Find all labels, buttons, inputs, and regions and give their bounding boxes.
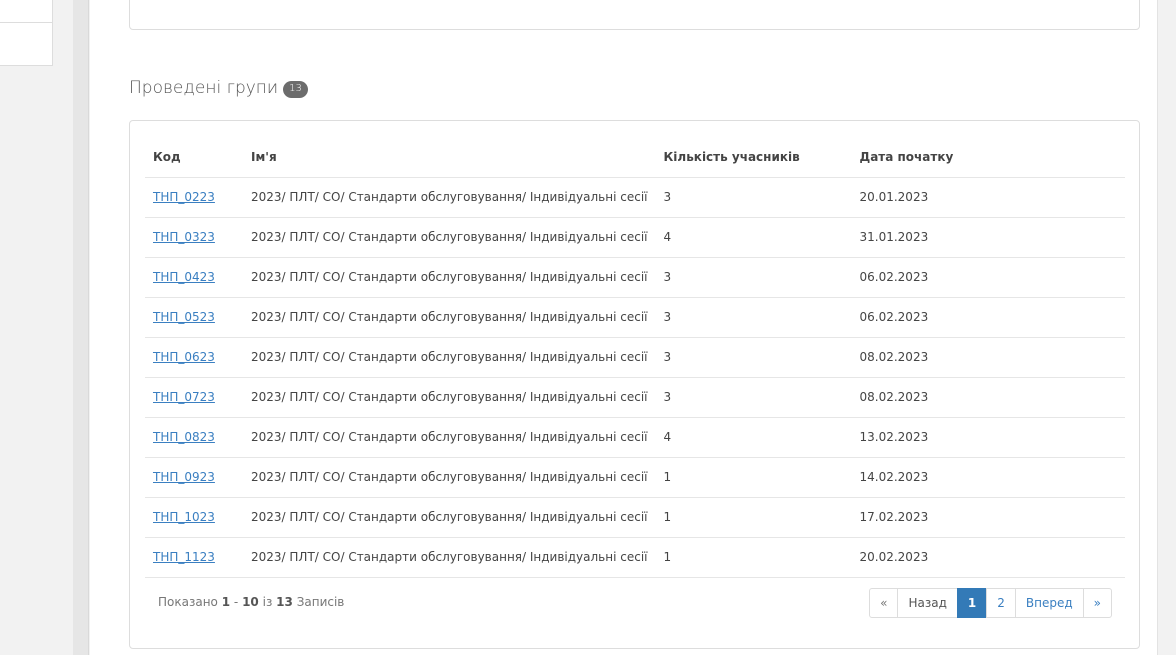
- first-page-button[interactable]: «: [869, 588, 899, 618]
- header-date[interactable]: Дата початку: [851, 137, 1125, 178]
- last-page-button[interactable]: »: [1082, 588, 1112, 618]
- cell-code: ТНП_0523: [145, 297, 243, 338]
- cell-date: 08.02.2023: [851, 377, 1125, 418]
- group-code-link[interactable]: ТНП_0323: [153, 230, 215, 244]
- cell-code: ТНП_1023: [145, 497, 243, 538]
- group-code-link[interactable]: ТНП_1123: [153, 550, 215, 564]
- info-from: 1: [221, 595, 231, 609]
- header-name[interactable]: Ім'я: [243, 137, 656, 178]
- section-title: Проведені групи: [129, 78, 279, 98]
- cell-date: 06.02.2023: [851, 257, 1125, 298]
- info-prefix: Показано: [158, 595, 218, 609]
- header-code[interactable]: Код: [145, 137, 243, 178]
- sidebar-gutter: [73, 0, 89, 655]
- cell-code: ТНП_1123: [145, 537, 243, 578]
- info-dash: -: [233, 595, 239, 609]
- cell-name: 2023/ ПЛТ/ СО/ Стандарти обслуговування/…: [243, 417, 656, 458]
- cell-count: 4: [655, 217, 852, 258]
- cell-date: 13.02.2023: [851, 417, 1125, 458]
- cell-name: 2023/ ПЛТ/ СО/ Стандарти обслуговування/…: [243, 217, 656, 258]
- groups-card: Код Ім'я Кількість учасників Дата початк…: [129, 120, 1140, 649]
- table-row: ТНП_0923 2023/ ПЛТ/ СО/ Стандарти обслуг…: [145, 457, 1125, 498]
- cell-code: ТНП_0623: [145, 337, 243, 378]
- info-of: із: [262, 595, 273, 609]
- page-1-button[interactable]: 1: [956, 588, 988, 618]
- cell-name: 2023/ ПЛТ/ СО/ Стандарти обслуговування/…: [243, 337, 656, 378]
- cell-name: 2023/ ПЛТ/ СО/ Стандарти обслуговування/…: [243, 537, 656, 578]
- header-count[interactable]: Кількість учасників: [655, 137, 852, 178]
- group-code-link[interactable]: ТНП_0623: [153, 350, 215, 364]
- cell-count: 1: [655, 537, 852, 578]
- cell-count: 3: [655, 257, 852, 298]
- table-row: ТНП_0223 2023/ ПЛТ/ СО/ Стандарти обслуг…: [145, 177, 1125, 218]
- main-content: Проведені групи 13 Код Ім'я Кількість уч…: [90, 0, 1158, 655]
- info-to: 10: [242, 595, 259, 609]
- cell-date: 31.01.2023: [851, 217, 1125, 258]
- table-row: ТНП_1023 2023/ ПЛТ/ СО/ Стандарти обслуг…: [145, 497, 1125, 538]
- table-row: ТНП_0323 2023/ ПЛТ/ СО/ Стандарти обслуг…: [145, 217, 1125, 258]
- cell-name: 2023/ ПЛТ/ СО/ Стандарти обслуговування/…: [243, 257, 656, 298]
- table-row: ТНП_0423 2023/ ПЛТ/ СО/ Стандарти обслуг…: [145, 257, 1125, 298]
- cell-name: 2023/ ПЛТ/ СО/ Стандарти обслуговування/…: [243, 457, 656, 498]
- left-panel-divider: [0, 22, 52, 23]
- table-row: ТНП_0623 2023/ ПЛТ/ СО/ Стандарти обслуг…: [145, 337, 1125, 378]
- cell-date: 17.02.2023: [851, 497, 1125, 538]
- group-code-link[interactable]: ТНП_1023: [153, 510, 215, 524]
- cell-code: ТНП_0423: [145, 257, 243, 298]
- cell-count: 4: [655, 417, 852, 458]
- cell-code: ТНП_0923: [145, 457, 243, 498]
- pagination: « Назад 1 2 Вперед »: [869, 588, 1112, 618]
- cell-count: 3: [655, 177, 852, 218]
- cell-count: 3: [655, 377, 852, 418]
- cell-date: 06.02.2023: [851, 297, 1125, 338]
- previous-card: [129, 0, 1140, 30]
- group-code-link[interactable]: ТНП_0523: [153, 310, 215, 324]
- section-header: Проведені групи 13: [129, 78, 308, 98]
- table-row: ТНП_1123 2023/ ПЛТ/ СО/ Стандарти обслуг…: [145, 537, 1125, 578]
- cell-name: 2023/ ПЛТ/ СО/ Стандарти обслуговування/…: [243, 297, 656, 338]
- cell-code: ТНП_0323: [145, 217, 243, 258]
- cell-name: 2023/ ПЛТ/ СО/ Стандарти обслуговування/…: [243, 377, 656, 418]
- next-page-button[interactable]: Вперед: [1014, 588, 1084, 618]
- count-badge: 13: [283, 80, 308, 98]
- cell-count: 3: [655, 297, 852, 338]
- group-code-link[interactable]: ТНП_0923: [153, 470, 215, 484]
- group-code-link[interactable]: ТНП_0823: [153, 430, 215, 444]
- left-panel: [0, 0, 53, 66]
- cell-name: 2023/ ПЛТ/ СО/ Стандарти обслуговування/…: [243, 177, 656, 218]
- cell-code: ТНП_0823: [145, 417, 243, 458]
- cell-code: ТНП_0723: [145, 377, 243, 418]
- prev-page-button[interactable]: Назад: [897, 588, 958, 618]
- group-code-link[interactable]: ТНП_0723: [153, 390, 215, 404]
- records-info: Показано 1 - 10 із 13 Записів: [158, 595, 344, 609]
- table-row: ТНП_0823 2023/ ПЛТ/ СО/ Стандарти обслуг…: [145, 417, 1125, 458]
- cell-date: 20.01.2023: [851, 177, 1125, 218]
- cell-name: 2023/ ПЛТ/ СО/ Стандарти обслуговування/…: [243, 497, 656, 538]
- page-2-button[interactable]: 2: [986, 588, 1016, 618]
- cell-date: 08.02.2023: [851, 337, 1125, 378]
- table-row: ТНП_0523 2023/ ПЛТ/ СО/ Стандарти обслуг…: [145, 297, 1125, 338]
- cell-count: 1: [655, 497, 852, 538]
- cell-count: 1: [655, 457, 852, 498]
- groups-table: Код Ім'я Кількість учасників Дата початк…: [145, 137, 1125, 578]
- table-header-row: Код Ім'я Кількість учасників Дата початк…: [145, 137, 1125, 178]
- info-suffix: Записів: [296, 595, 345, 609]
- cell-date: 20.02.2023: [851, 537, 1125, 578]
- cell-code: ТНП_0223: [145, 177, 243, 218]
- info-total: 13: [276, 595, 293, 609]
- cell-date: 14.02.2023: [851, 457, 1125, 498]
- group-code-link[interactable]: ТНП_0223: [153, 190, 215, 204]
- cell-count: 3: [655, 337, 852, 378]
- group-code-link[interactable]: ТНП_0423: [153, 270, 215, 284]
- table-row: ТНП_0723 2023/ ПЛТ/ СО/ Стандарти обслуг…: [145, 377, 1125, 418]
